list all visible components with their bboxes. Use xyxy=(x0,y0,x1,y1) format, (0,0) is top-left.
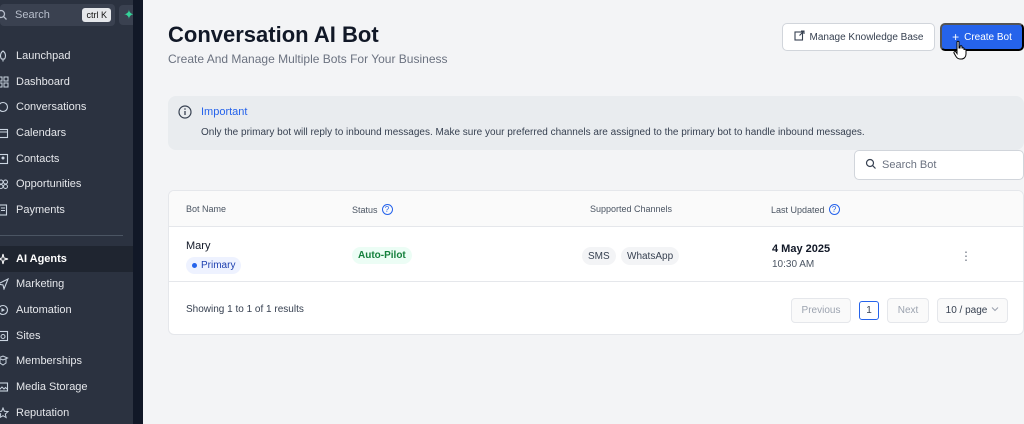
app-root: Search ctrl K ✦ Launchpad Dashboard Conv… xyxy=(0,0,1024,424)
search-shortcut: ctrl K xyxy=(82,8,111,22)
column-label: Bot Name xyxy=(186,204,227,214)
sidebar-item-label: Contacts xyxy=(16,152,60,165)
sidebar-item-label: Media Storage xyxy=(16,381,88,394)
sidebar-item-label: Calendars xyxy=(16,126,67,139)
sidebar-item-conversations[interactable]: Conversations xyxy=(0,94,133,120)
sidebar-item-label: Launchpad xyxy=(16,49,71,62)
receipt-icon xyxy=(0,203,10,217)
sidebar-item-label: Conversations xyxy=(16,101,87,114)
chevron-down-icon xyxy=(991,305,999,316)
sites-icon xyxy=(0,329,10,343)
table-row[interactable]: Mary Primary Auto-Pilot SMS WhatsApp 4 M… xyxy=(169,227,1023,282)
page-size-value: 10 / page xyxy=(945,305,988,316)
page-number-1[interactable]: 1 xyxy=(859,301,879,320)
bot-name[interactable]: Mary xyxy=(186,240,210,252)
sidebar-divider xyxy=(0,234,123,236)
channel-chip-sms: SMS xyxy=(582,247,616,265)
info-icon xyxy=(178,105,192,119)
star-icon xyxy=(0,406,10,420)
sidebar-item-label: Marketing xyxy=(16,278,65,291)
grid-icon xyxy=(0,75,10,89)
sidebar-item-marketing[interactable]: Marketing xyxy=(0,272,133,298)
sidebar-item-memberships[interactable]: Memberships xyxy=(0,349,133,375)
sidebar-item-label: Sites xyxy=(16,329,41,342)
important-notice: Important Only the primary bot will repl… xyxy=(168,96,1024,150)
main-content: Conversation AI Bot Create And Manage Mu… xyxy=(143,0,1024,424)
status-badge: Auto-Pilot xyxy=(352,247,412,264)
manage-knowledge-base-button[interactable]: Manage Knowledge Base xyxy=(782,23,935,51)
dot-icon xyxy=(192,263,197,268)
funnel-icon xyxy=(0,177,10,191)
previous-page-button[interactable]: Previous xyxy=(791,298,851,323)
image-icon xyxy=(0,380,10,394)
contacts-icon xyxy=(0,152,10,166)
sidebar-search-placeholder: Search xyxy=(15,9,50,21)
send-icon xyxy=(0,277,10,291)
automation-icon xyxy=(0,303,10,317)
last-updated-time: 10:30 AM xyxy=(772,259,815,270)
search-icon xyxy=(865,158,877,173)
page-title: Conversation AI Bot xyxy=(168,22,379,47)
sparkle-icon xyxy=(0,252,10,266)
sidebar-item-payments[interactable]: Payments xyxy=(0,197,133,223)
sidebar-item-calendars[interactable]: Calendars xyxy=(0,120,133,146)
last-updated-date: 4 May 2025 xyxy=(772,243,831,255)
sidebar-item-label: Automation xyxy=(16,304,72,317)
column-label: Supported Channels xyxy=(590,204,673,214)
chat-icon xyxy=(0,100,10,114)
manage-knowledge-base-label: Manage Knowledge Base xyxy=(809,31,924,43)
sidebar-item-label: Payments xyxy=(16,203,65,216)
sidebar-item-launchpad[interactable]: Launchpad xyxy=(0,43,133,69)
notice-text: Only the primary bot will reply to inbou… xyxy=(201,127,865,138)
page-subtitle: Create And Manage Multiple Bots For Your… xyxy=(168,52,448,66)
column-supported-channels: Supported Channels xyxy=(590,204,672,214)
sidebar-item-ai-agents[interactable]: AI Agents xyxy=(0,245,133,272)
primary-badge-label: Primary xyxy=(201,260,236,271)
hand-cursor-icon xyxy=(953,40,967,60)
column-status: Status? xyxy=(352,204,393,215)
column-bot-name: Bot Name xyxy=(186,204,226,214)
rocket-icon xyxy=(0,49,10,63)
notice-title: Important xyxy=(201,106,248,118)
sidebar-item-media-storage[interactable]: Media Storage xyxy=(0,374,133,400)
sidebar-item-label: Reputation xyxy=(16,406,70,419)
help-icon[interactable]: ? xyxy=(381,204,393,215)
next-page-button[interactable]: Next xyxy=(887,298,929,323)
search-icon xyxy=(0,8,10,22)
sidebar-search[interactable]: Search ctrl K xyxy=(0,4,115,26)
search-bot-placeholder: Search Bot xyxy=(882,159,937,171)
bots-table: Bot Name Status? Supported Channels Last… xyxy=(168,190,1024,335)
sidebar-item-label: Opportunities xyxy=(16,178,82,191)
sidebar-item-contacts[interactable]: Contacts xyxy=(0,146,133,172)
sidebar-item-sites[interactable]: Sites xyxy=(0,323,133,349)
external-link-icon xyxy=(793,30,805,44)
sidebar-item-opportunities[interactable]: Opportunities xyxy=(0,171,133,197)
help-icon[interactable]: ? xyxy=(828,204,840,215)
calendar-icon xyxy=(0,126,10,140)
sidebar-item-reputation[interactable]: Reputation xyxy=(0,400,133,424)
page-size-select[interactable]: 10 / page xyxy=(937,298,1008,323)
column-label: Last Updated xyxy=(771,204,825,215)
channel-chip-whatsapp: WhatsApp xyxy=(621,247,680,265)
sidebar: Search ctrl K ✦ Launchpad Dashboard Conv… xyxy=(0,0,139,424)
sidebar-scrollbar[interactable] xyxy=(133,0,143,424)
sidebar-nav: Launchpad Dashboard Conversations Calend… xyxy=(0,43,133,424)
column-last-updated: Last Updated? xyxy=(771,204,840,215)
primary-badge: Primary xyxy=(186,257,242,274)
sidebar-item-dashboard[interactable]: Dashboard xyxy=(0,69,133,95)
sidebar-item-label: Dashboard xyxy=(16,75,70,88)
create-bot-label: Create Bot xyxy=(964,31,1012,43)
memberships-icon xyxy=(0,354,10,368)
more-options-icon[interactable]: ⋮ xyxy=(960,249,972,263)
search-bot-input[interactable]: Search Bot xyxy=(854,150,1024,180)
sidebar-item-label: Memberships xyxy=(16,355,83,368)
sidebar-item-automation[interactable]: Automation xyxy=(0,297,133,323)
column-label: Status xyxy=(352,204,378,215)
sidebar-item-label: AI Agents xyxy=(16,252,67,265)
results-summary: Showing 1 to 1 of 1 results xyxy=(186,304,304,315)
table-header: Bot Name Status? Supported Channels Last… xyxy=(169,191,1023,227)
